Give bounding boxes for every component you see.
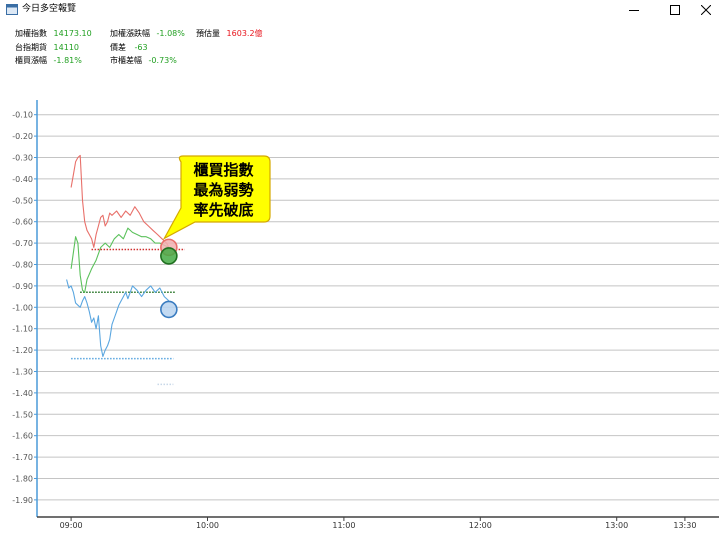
taiex-change-row: 加權漲跌幅 -1.08% [110,28,185,39]
basis-value: -63 [134,43,148,52]
y-tick-label: -1.80 [12,474,33,483]
taiex-label: 加權指數 [15,29,47,38]
series-line [70,154,170,248]
y-tick-label: -1.30 [12,367,33,376]
markers [160,238,178,319]
callout-text: 櫃買指數 [193,161,253,179]
x-tick-label: 12:00 [469,521,492,530]
x-tick-label: 09:00 [60,521,83,530]
marker-circle [160,300,178,319]
y-tick-label: -0.10 [12,111,33,120]
window-title: 今日多空報覽 [22,4,77,14]
callout: 櫃買指數最為弱勢率先破底 [162,155,271,240]
otc-change-label: 櫃買漲幅 [15,56,47,65]
x-tick-label: 11:00 [332,521,355,530]
y-tick-label: -0.50 [12,196,33,205]
title-bar: 今日多空報覽 [0,0,719,20]
y-tick-label: -0.30 [12,153,33,162]
basis-label: 價差 [110,43,126,52]
y-tick-label: -0.90 [12,282,33,291]
futures-value: 14110 [53,43,79,52]
otc-change-value: -1.81% [53,56,82,65]
y-tick-label: -0.60 [12,218,33,227]
maximize-button[interactable] [658,0,692,20]
series-lines [66,154,170,358]
x-tick-label: 13:30 [673,521,696,530]
grid-lines [37,114,719,501]
maximize-icon [670,5,680,15]
taiex-row: 加權指數 14173.10 [15,28,92,39]
axes: -0.10 -0.20 -0.30 -0.40 -0.50 -0.60 -0.70 -0.80… [12,100,719,530]
y-tick-label: -1.40 [12,389,33,398]
callout-text: 率先破底 [193,201,253,219]
basis-row: 價差 -63 [110,42,148,53]
y-tick-label: -0.70 [12,239,33,248]
y-tick-label: -1.90 [12,496,33,505]
est-volume-row: 預估量 1603.2億 [196,28,263,39]
y-tick-label: -1.60 [12,432,33,441]
y-tick-label: -1.10 [12,325,33,334]
y-tick-label: -0.80 [12,260,33,269]
taiex-value: 14173.10 [53,29,92,38]
x-tick-label: 10:00 [196,521,219,530]
chart-area: -0.10 -0.20 -0.30 -0.40 -0.50 -0.60 -0.70 -0.80… [12,100,719,530]
y-tick-label: -0.40 [12,175,33,184]
otc-change-row: 櫃買漲幅 -1.81% [15,55,82,66]
y-tick-label: -1.00 [12,303,33,312]
futures-row: 台指期貨 14110 [15,42,79,53]
app-icon [6,4,18,15]
minimize-icon [629,10,639,11]
market-diff-label: 市櫃差幅 [110,56,142,65]
minimize-button[interactable] [617,0,651,20]
est-volume-value: 1603.2億 [226,29,263,38]
est-volume-label: 預估量 [196,29,220,38]
market-diff-value: -0.73% [148,56,177,65]
x-tick-label: 13:00 [605,521,628,530]
close-button[interactable] [689,0,719,20]
futures-label: 台指期貨 [15,43,47,52]
close-icon [701,5,711,15]
callout-text: 最為弱勢 [193,181,253,199]
y-tick-label: -1.20 [12,346,33,355]
marker-circle [160,247,178,265]
market-diff-row: 市櫃差幅 -0.73% [110,55,177,66]
y-tick-label: -1.50 [12,410,33,419]
y-tick-label: -1.70 [12,453,33,462]
series-line [70,227,170,293]
taiex-change-value: -1.08% [156,29,185,38]
y-tick-label: -0.20 [12,132,33,141]
taiex-change-label: 加權漲跌幅 [110,29,150,38]
series-line [66,279,170,358]
